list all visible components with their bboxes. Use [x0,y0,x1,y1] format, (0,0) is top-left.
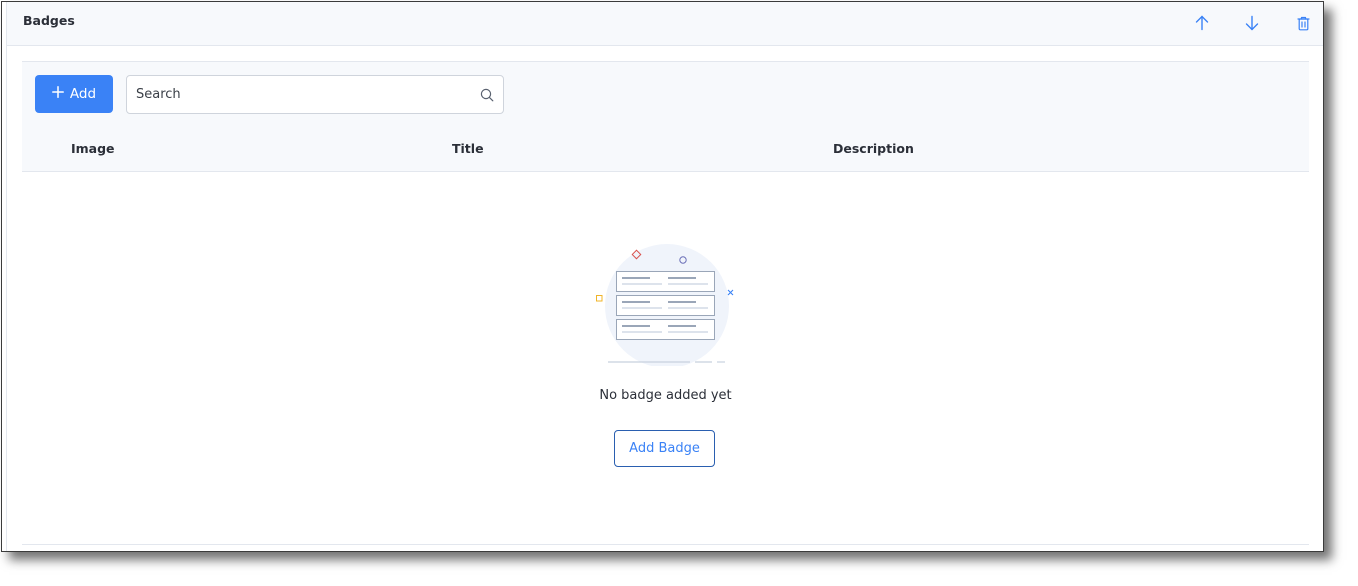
arrow-down-icon[interactable] [1243,14,1261,32]
add-button[interactable]: Add [35,75,113,113]
column-header-description[interactable]: Description [833,141,914,156]
card-header: Badges [6,2,1323,46]
table-header: Image Title Description [22,126,1309,172]
badges-panel: Badges Add Search Image Title Descriptio… [1,1,1324,552]
column-header-title[interactable]: Title [452,141,484,156]
empty-list-illustration-icon [594,244,740,370]
arrow-up-icon[interactable] [1193,14,1211,32]
toolbar: Add [22,61,1309,127]
column-header-image[interactable]: Image [71,141,115,156]
search-box[interactable] [126,75,504,114]
empty-state-message: No badge added yet [599,388,732,403]
search-icon[interactable] [480,87,494,106]
panel-left-border [6,45,7,551]
trash-icon[interactable] [1294,14,1312,32]
card-title: Badges [23,13,75,28]
empty-state: No badge added yet Add Badge [22,172,1309,545]
search-input[interactable] [136,76,466,113]
add-badge-button[interactable]: Add Badge [614,430,715,467]
plus-icon [51,86,64,102]
add-button-label: Add [69,86,97,102]
